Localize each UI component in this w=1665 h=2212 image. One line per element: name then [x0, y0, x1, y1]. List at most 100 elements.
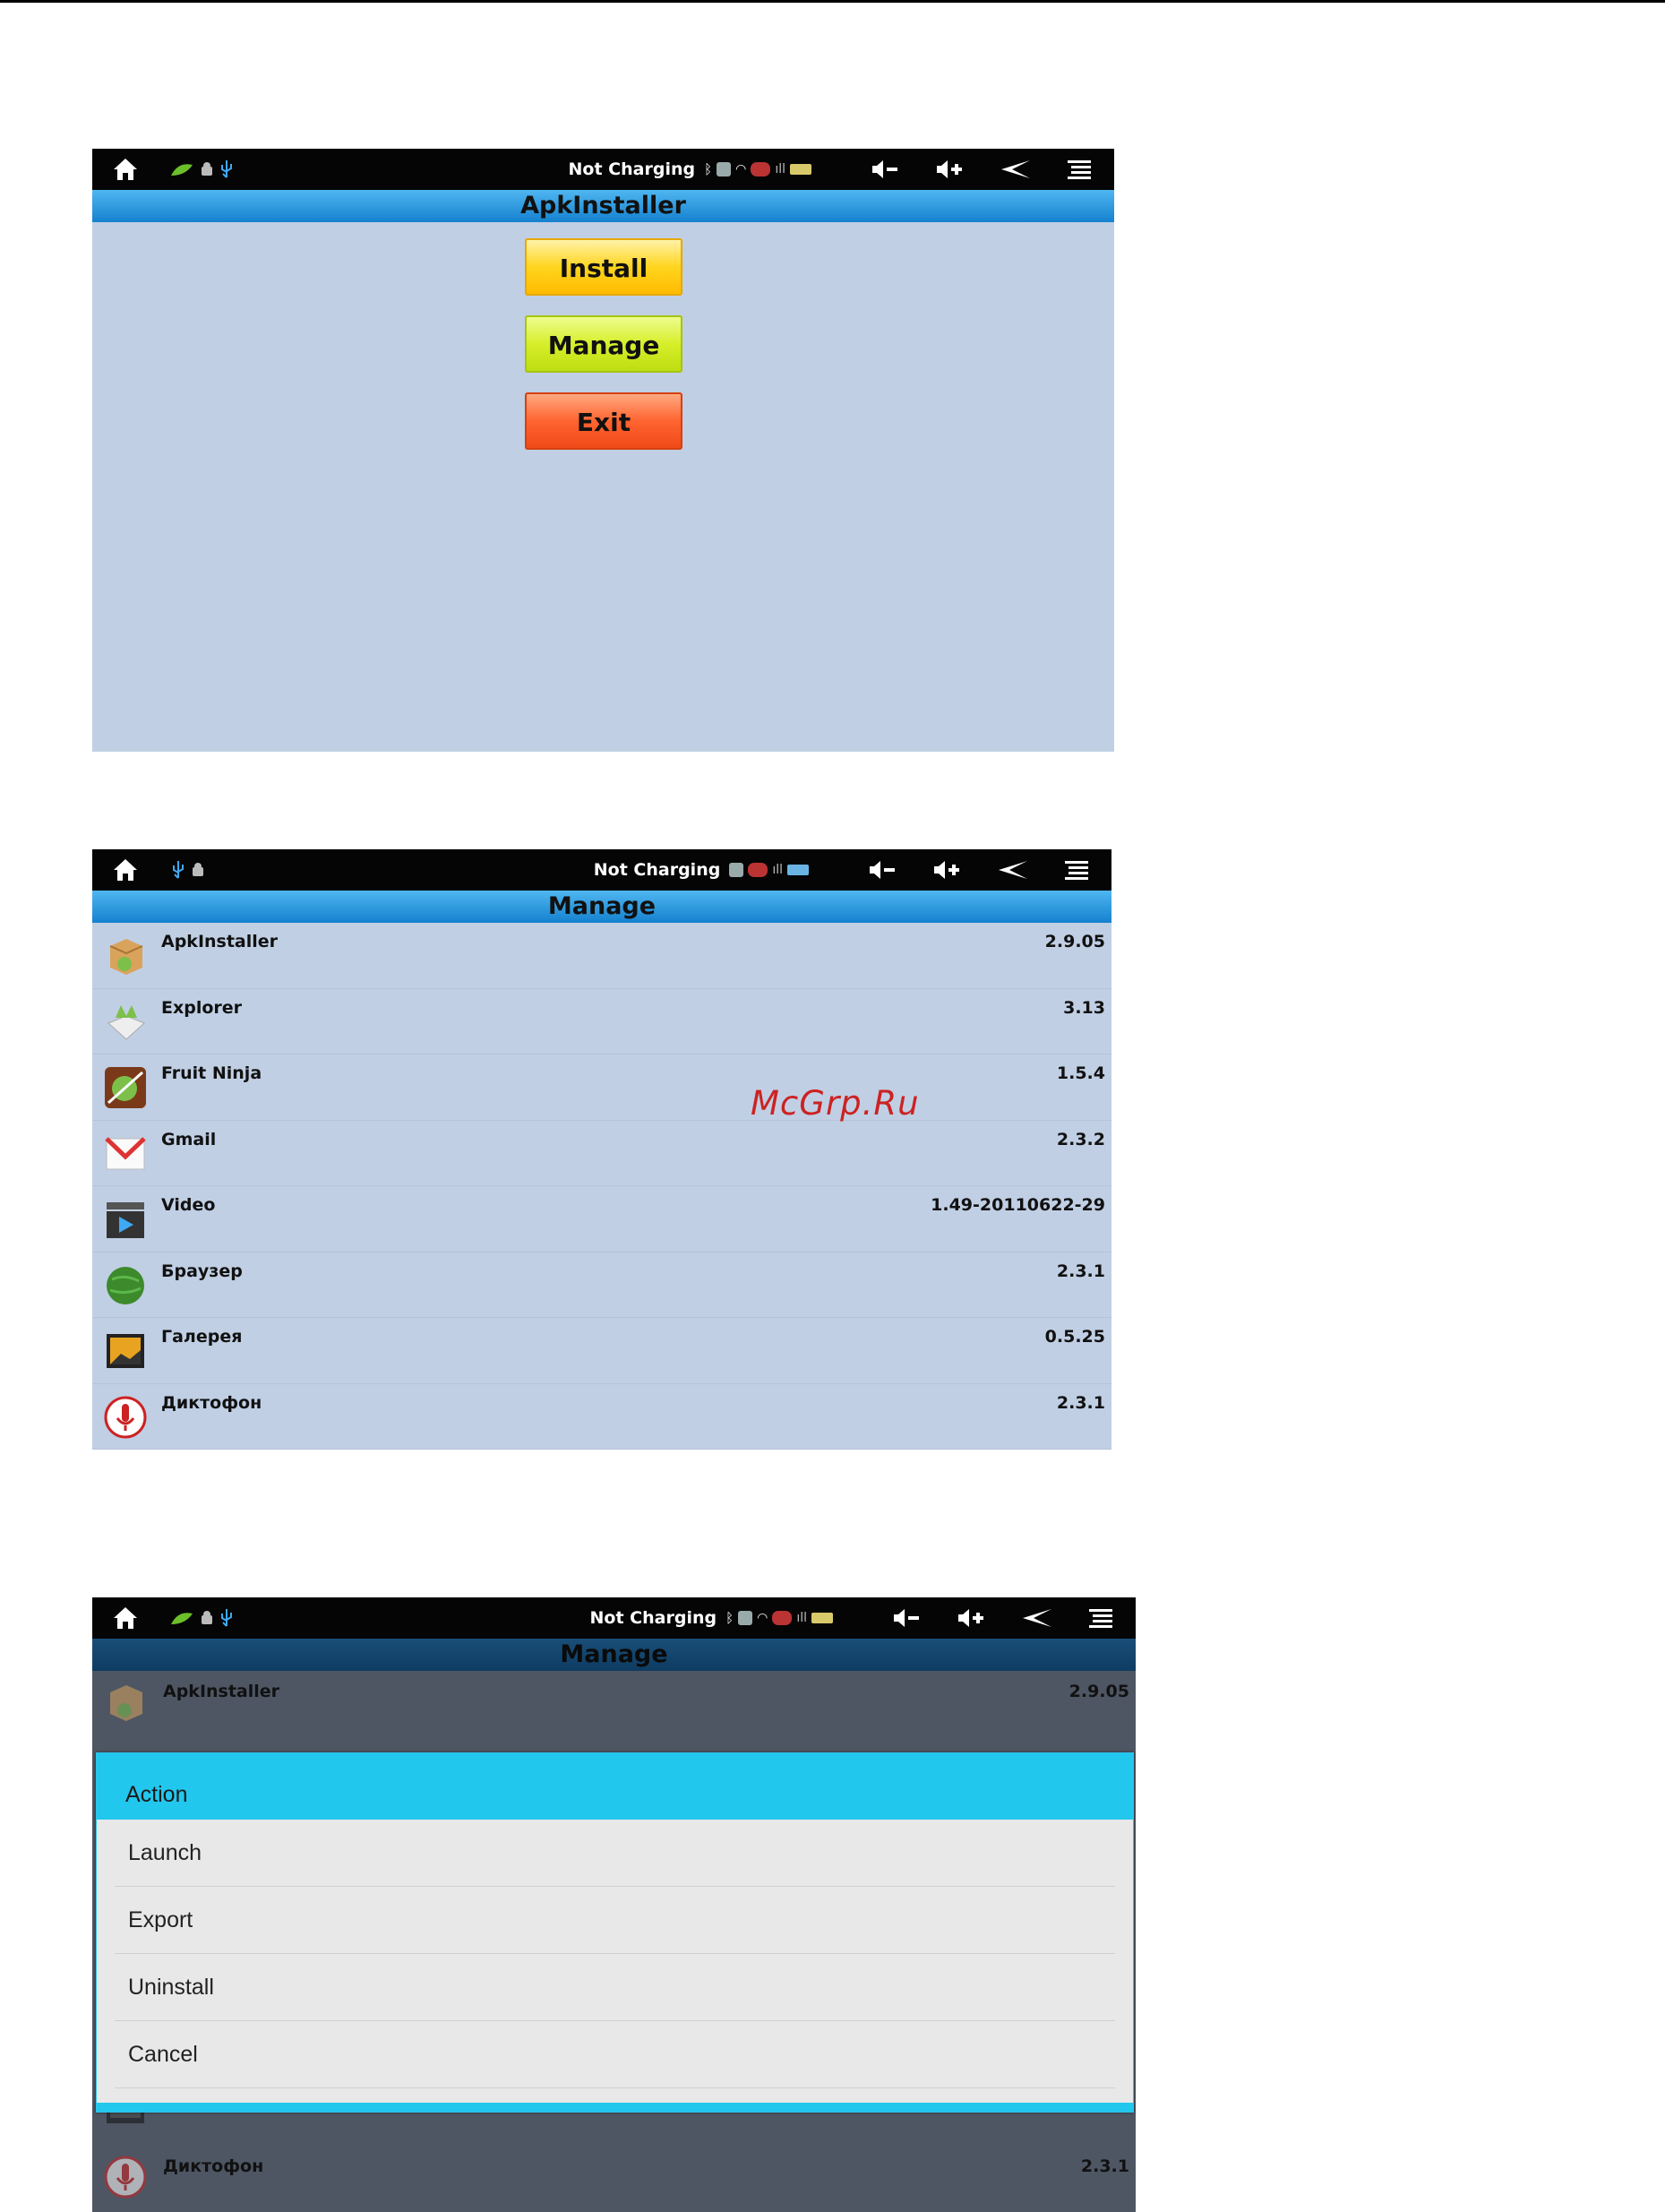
battery-icon — [790, 164, 811, 175]
app-name: Explorer — [161, 997, 243, 1018]
menu-icon[interactable] — [1063, 858, 1090, 882]
app-version: 2.9.05 — [1069, 1682, 1129, 1701]
gmail-icon — [105, 1136, 146, 1169]
app-version: 2.3.1 — [1056, 1261, 1105, 1281]
signal-icon: ıll — [775, 162, 785, 176]
app-notification-icon — [171, 164, 193, 176]
charging-status: Not Charging — [568, 159, 696, 179]
app-name: ApkInstaller — [161, 932, 279, 951]
usb-icon — [221, 160, 232, 178]
volume-down-icon[interactable] — [868, 858, 898, 882]
menu-icon[interactable] — [1066, 158, 1093, 181]
gallery-icon — [107, 1334, 144, 1368]
fruit-ninja-icon — [105, 1067, 146, 1108]
bluetooth-icon: ᛒ — [704, 161, 713, 177]
camera-icon — [738, 1611, 753, 1625]
list-item[interactable]: Fruit Ninja 1.5.4 — [92, 1054, 1111, 1121]
usb-icon — [173, 861, 184, 879]
app-name: Браузер — [161, 1261, 243, 1281]
battery-icon — [787, 865, 809, 875]
home-icon[interactable] — [112, 1605, 139, 1631]
list-item[interactable]: Gmail 2.3.2 — [92, 1121, 1111, 1186]
app-name: ApkInstaller — [163, 1682, 280, 1701]
app-notification-icon — [171, 1613, 193, 1624]
camera-icon — [717, 162, 732, 176]
app-version: 2.3.1 — [1080, 2156, 1129, 2176]
launch-option[interactable]: Launch — [115, 1820, 1115, 1887]
list-item[interactable]: ApkInstaller 2.9.05 — [92, 1671, 1136, 1725]
app-name: Video — [161, 1195, 216, 1215]
volume-up-icon[interactable] — [935, 158, 966, 181]
gamepad-icon — [748, 863, 768, 877]
battery-icon — [811, 1613, 833, 1623]
cancel-option[interactable]: Cancel — [115, 2021, 1115, 2088]
signal-icon: ıll — [772, 863, 783, 877]
app-name: Галерея — [161, 1327, 243, 1347]
export-option[interactable]: Export — [115, 1887, 1115, 1954]
home-icon[interactable] — [112, 857, 139, 882]
back-icon[interactable] — [997, 858, 1029, 882]
app-version: 1.5.4 — [1056, 1063, 1105, 1083]
list-item[interactable]: Explorer 3.13 — [92, 989, 1111, 1054]
dialog-title: Action — [97, 1753, 1133, 1820]
status-bar: Not Charging ᛒ ◠ ıll — [92, 149, 1114, 190]
app-name: Диктофон — [161, 1392, 262, 1413]
page-title: Manage — [92, 1639, 1136, 1671]
status-bar: Not Charging ıll — [92, 849, 1111, 891]
app-version: 1.49-20110622-29 — [931, 1195, 1105, 1215]
camera-icon — [729, 863, 744, 877]
list-item[interactable]: Браузер 2.3.1 — [92, 1252, 1111, 1318]
microphone-icon — [104, 2156, 147, 2199]
volume-up-icon[interactable] — [957, 1606, 987, 1630]
signal-icon: ıll — [796, 1611, 807, 1625]
bluetooth-icon: ᛒ — [725, 1610, 734, 1626]
list-item[interactable]: Галерея 0.5.25 — [92, 1318, 1111, 1384]
volume-down-icon[interactable] — [871, 158, 901, 181]
gamepad-icon — [772, 1611, 793, 1625]
watermark: McGrp.Ru — [751, 1084, 920, 1123]
apkinstaller-main-screen: Not Charging ᛒ ◠ ıll ApkInstaller Instal… — [92, 149, 1114, 752]
globe-icon — [107, 1266, 144, 1304]
app-name: Диктофон — [163, 2156, 264, 2176]
charging-status: Not Charging — [593, 860, 721, 880]
app-version: 2.3.1 — [1056, 1392, 1105, 1413]
manage-button[interactable]: Manage — [525, 315, 682, 373]
dialog-bottom-bar — [97, 2103, 1133, 2112]
top-rule — [0, 0, 1665, 3]
action-dialog: Action Launch Export Uninstall Cancel — [96, 1752, 1134, 2113]
page-title: ApkInstaller — [92, 190, 1114, 222]
back-icon[interactable] — [1000, 158, 1032, 181]
page-title: Manage — [92, 891, 1111, 923]
charging-status: Not Charging — [589, 1608, 717, 1628]
android-debug-icon — [193, 863, 203, 876]
app-list: ApkInstaller 2.9.05 Explorer 3.13 Fruit … — [92, 923, 1111, 1450]
status-bar: Not Charging ᛒ ◠ ıll — [92, 1597, 1136, 1639]
manage-screen: Not Charging ıll Manage ApkInstaller 2.9… — [92, 849, 1111, 1450]
list-item[interactable]: Video 1.49-20110622-29 — [92, 1186, 1111, 1252]
uninstall-option[interactable]: Uninstall — [115, 1954, 1115, 2021]
list-item[interactable]: Диктофон 2.3.1 — [92, 2146, 1136, 2199]
install-button[interactable]: Install — [525, 238, 682, 296]
list-item[interactable]: ApkInstaller 2.9.05 — [92, 923, 1111, 989]
microphone-icon — [104, 1396, 147, 1438]
wifi-icon: ◠ — [735, 162, 747, 176]
app-name: Gmail — [161, 1129, 217, 1149]
android-debug-icon — [202, 1611, 212, 1624]
volume-down-icon[interactable] — [892, 1606, 923, 1630]
android-debug-icon — [202, 162, 212, 176]
app-version: 3.13 — [1063, 997, 1105, 1018]
back-icon[interactable] — [1021, 1606, 1053, 1630]
menu-icon[interactable] — [1087, 1606, 1114, 1630]
usb-icon — [221, 1609, 232, 1627]
manage-action-dialog-screen: Not Charging ᛒ ◠ ıll Manage ApkInstaller… — [92, 1597, 1136, 2212]
video-icon — [107, 1202, 144, 1238]
home-icon[interactable] — [112, 157, 139, 182]
list-item[interactable]: Диктофон 2.3.1 — [92, 1384, 1111, 1450]
gamepad-icon — [751, 162, 771, 176]
app-version: 2.3.2 — [1056, 1129, 1105, 1149]
wifi-icon: ◠ — [757, 1611, 768, 1625]
explorer-icon — [107, 1004, 145, 1040]
volume-up-icon[interactable] — [932, 858, 963, 882]
exit-button[interactable]: Exit — [525, 392, 682, 450]
package-icon — [110, 1685, 142, 1721]
